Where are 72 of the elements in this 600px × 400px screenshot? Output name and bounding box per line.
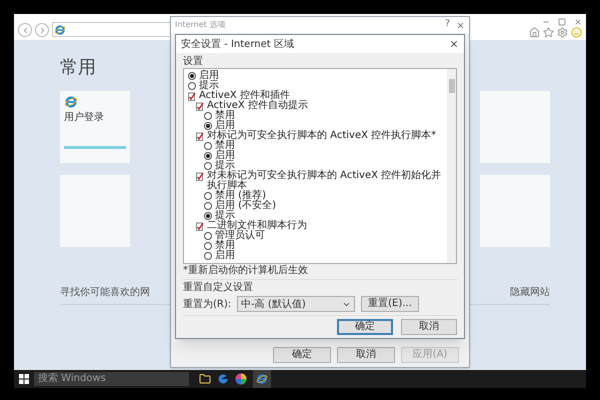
scrollbar[interactable] [447, 69, 456, 263]
reset-level-dropdown[interactable]: 中-高 (默认值) [237, 296, 356, 312]
maximize-icon[interactable] [558, 18, 566, 26]
radio-option[interactable]: 管理员认可 [184, 231, 445, 241]
radio-icon[interactable] [204, 112, 212, 120]
radio-icon[interactable] [204, 252, 212, 260]
radio-option[interactable]: 启用 [184, 151, 445, 161]
radio-icon[interactable] [204, 142, 212, 150]
settings-label: 设置 [183, 55, 204, 68]
radio-option[interactable]: 启用 [184, 71, 445, 81]
radio-option[interactable]: 提示 [184, 161, 445, 171]
settings-category: 对未标记为可安全执行脚本的 ActiveX 控件初始化并执行脚本 [207, 171, 442, 191]
settings-category: ActiveX 控件自动提示 [207, 101, 308, 111]
tile-bar [64, 146, 126, 149]
home-icon[interactable] [529, 27, 540, 38]
radio-icon[interactable] [204, 212, 212, 220]
radio-option[interactable]: 启用 [184, 121, 445, 131]
reset-label: 重置为(R): [183, 298, 232, 312]
radio-option[interactable]: 启用 [184, 251, 445, 261]
dialog-button[interactable]: 确定 [273, 347, 331, 363]
site-tile[interactable] [480, 91, 550, 163]
radio-option[interactable]: 禁用 (推荐) [184, 191, 445, 201]
radio-icon[interactable] [204, 122, 212, 130]
settings-category: 对标记为可安全执行脚本的 ActiveX 控件执行脚本* [207, 131, 436, 141]
browser-logo-icon [54, 24, 66, 36]
suggest-link[interactable]: 寻找你可能喜欢的网 [60, 285, 150, 300]
color-wheel-icon[interactable] [235, 373, 247, 385]
settings-category-icon [196, 132, 204, 141]
folder-icon[interactable] [199, 373, 211, 385]
dialog-button[interactable]: 取消 [401, 319, 457, 335]
scrollbar-thumb[interactable] [448, 79, 454, 93]
site-tile[interactable]: 用户登录 [60, 91, 130, 163]
radio-option[interactable]: 提示 [184, 211, 445, 221]
settings-category-icon [196, 172, 204, 181]
settings-category: ActiveX 控件和插件 [199, 91, 290, 101]
settings-icon[interactable] [557, 27, 568, 38]
reset-group-label: 重置自定义设置 [183, 282, 253, 294]
radio-icon[interactable] [188, 72, 196, 80]
close-icon[interactable] [449, 39, 459, 49]
radio-option[interactable]: 禁用 [184, 241, 445, 251]
browser-logo-icon [256, 373, 268, 385]
radio-option[interactable]: 禁用 [184, 141, 445, 151]
dialog-title: 安全设置 - Internet 区域 [181, 38, 295, 52]
taskbar-browser-button[interactable] [253, 370, 271, 388]
settings-category: 二进制文件和脚本行为 [207, 221, 307, 231]
radio-icon[interactable] [204, 162, 212, 170]
radio-icon[interactable] [204, 232, 212, 240]
radio-option[interactable]: 提示 [184, 81, 445, 91]
taskbar-search-field[interactable]: 搜索 Windows [34, 372, 189, 386]
address-field[interactable] [52, 22, 172, 37]
hide-sites-link[interactable]: 隐藏网站 [510, 285, 550, 300]
site-tile[interactable] [480, 175, 550, 247]
radio-icon[interactable] [204, 192, 212, 200]
star-icon[interactable] [543, 27, 554, 38]
site-tile[interactable] [60, 175, 130, 247]
windows-logo-icon[interactable] [19, 374, 29, 384]
dialog-button[interactable]: 取消 [337, 347, 395, 363]
radio-option[interactable]: 启用 (不安全) [184, 201, 445, 211]
browser-logo-icon [64, 95, 78, 109]
radio-icon[interactable] [204, 202, 212, 210]
dialog-title: Internet 选项 [175, 19, 226, 31]
page-heading: 常用 [60, 56, 96, 80]
close-icon[interactable] [456, 20, 465, 30]
radio-icon[interactable] [204, 152, 212, 160]
reset-button[interactable]: 重置(E)... [361, 296, 419, 312]
radio-option[interactable]: 禁用 [184, 111, 445, 121]
radio-icon[interactable] [188, 82, 196, 90]
dialog-button[interactable]: 确定 [337, 319, 393, 335]
help-button[interactable]: ? [445, 18, 450, 32]
settings-category-icon [196, 222, 204, 231]
radio-icon[interactable] [204, 242, 212, 250]
restart-note: *重新启动你的计算机后生效 [183, 264, 308, 277]
